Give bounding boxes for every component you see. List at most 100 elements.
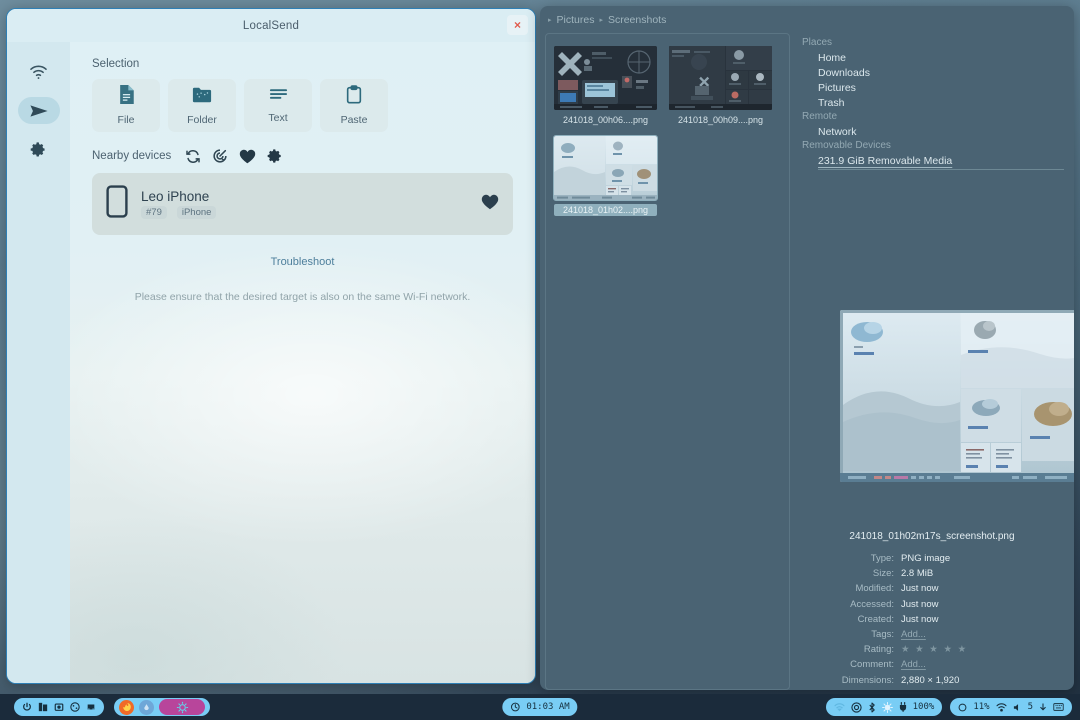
system-tray-group <box>14 698 104 716</box>
file-item[interactable]: 241018_00h06....png <box>554 46 657 126</box>
sidebar-item-downloads[interactable]: Downloads <box>802 65 1064 80</box>
selection-buttons: File Folder Text Paste <box>92 79 513 132</box>
select-paste-label: Paste <box>340 114 368 126</box>
download-icon[interactable] <box>1039 702 1047 712</box>
volume-level: 5 <box>1027 702 1033 712</box>
file-grid: 241018_00h06....png 241018_00h09....png … <box>553 46 781 216</box>
breadcrumb-item-pictures[interactable]: Pictures <box>557 14 595 26</box>
property-key: Comment: <box>850 659 894 671</box>
desktop: LocalSend × Selection File Folder Text P… <box>0 0 1080 720</box>
taskbar-center: 01:03 AM <box>502 698 578 716</box>
property-value: Just now <box>901 598 939 610</box>
sidebar-item-receive[interactable] <box>18 58 60 85</box>
sidebar-item-trash[interactable]: Trash <box>802 95 1064 110</box>
nearby-heading: Nearby devices <box>92 150 172 162</box>
file-manager-window: ▸ Pictures ▸ Screenshots 241018_00h06...… <box>540 6 1074 690</box>
files-icon[interactable] <box>38 702 48 712</box>
file-properties: 241018_01h02m17s_screenshot.png Type: PN… <box>790 531 1074 688</box>
firefox-app[interactable] <box>119 699 134 715</box>
property-key: Type: <box>870 553 894 564</box>
file-properties-filename: 241018_01h02m17s_screenshot.png <box>849 531 1015 542</box>
property-key: Accessed: <box>850 598 894 610</box>
file-item[interactable]: 241018_00h09....png <box>669 46 772 126</box>
troubleshoot-link[interactable]: Troubleshoot <box>92 256 513 268</box>
sidebar-item-settings[interactable] <box>18 136 60 163</box>
brightness-icon[interactable] <box>881 701 893 713</box>
file-manager-sidebar: Places Home Downloads Pictures Trash Rem… <box>790 33 1074 690</box>
property-value: 2,880 × 1,920 <box>901 674 960 686</box>
tray-right-group: 11% 5 <box>950 698 1072 716</box>
keyboard-icon[interactable] <box>1053 703 1064 711</box>
sidebar-item-home[interactable]: Home <box>802 50 1064 65</box>
palette-icon[interactable] <box>70 702 80 712</box>
power-icon[interactable] <box>22 702 32 712</box>
select-file-button[interactable]: File <box>92 79 160 132</box>
rating-stars[interactable]: ★ ★ ★ ★ ★ <box>901 642 968 657</box>
radar-scan-icon[interactable] <box>212 148 228 164</box>
selection-heading: Selection <box>92 58 140 70</box>
clock-widget[interactable]: 01:03 AM <box>502 698 578 716</box>
sidebar-item-send[interactable] <box>17 97 60 124</box>
localsend-sidebar <box>7 42 70 683</box>
folder-icon <box>192 86 212 109</box>
property-key: Created: <box>857 613 894 625</box>
close-icon[interactable]: × <box>507 15 528 35</box>
device-id-chip: #79 <box>141 206 167 219</box>
wifi-signal-icon[interactable] <box>996 702 1007 712</box>
refresh-icon[interactable] <box>185 149 201 164</box>
property-row-comment: Comment: Add... <box>804 657 1060 672</box>
wifi-icon[interactable] <box>834 702 845 712</box>
property-row-accessed: Accessed: Just now <box>804 597 1060 612</box>
phone-icon <box>106 185 128 223</box>
add-comment-link[interactable]: Add... <box>901 657 926 672</box>
window-title: LocalSend <box>242 19 300 32</box>
select-text-button[interactable]: Text <box>244 79 312 132</box>
device-name: Leo iPhone <box>141 189 210 204</box>
add-tag-link[interactable]: Add... <box>901 627 926 642</box>
property-key: Tags: <box>871 629 894 641</box>
file-icon <box>118 85 135 109</box>
device-info: Leo iPhone #79 iPhone <box>141 189 481 219</box>
breadcrumb-item-screenshots[interactable]: Screenshots <box>608 14 666 26</box>
taskbar: 01:03 AM 100% 11% 5 <box>0 694 1080 720</box>
app-launcher-group <box>114 698 210 716</box>
active-app[interactable] <box>159 699 205 715</box>
water-app[interactable] <box>139 699 154 715</box>
property-row-rating: Rating: ★ ★ ★ ★ ★ <box>804 642 1060 657</box>
property-key: Rating: <box>863 644 894 656</box>
divider <box>818 169 1064 170</box>
localsend-titlebar[interactable]: LocalSend × <box>7 9 535 42</box>
property-row-size: Size: 2.8 MiB <box>804 566 1060 581</box>
file-item[interactable]: 241018_01h02....png <box>553 135 658 216</box>
sidebar-item-removable-media[interactable]: 231.9 GiB Removable Media <box>802 153 1064 168</box>
property-row-modified: Modified: Just now <box>804 581 1060 596</box>
cpu-icon[interactable] <box>958 703 967 712</box>
gear-icon[interactable] <box>267 148 283 164</box>
property-row-dimensions: Dimensions: 2,880 × 1,920 <box>804 673 1060 688</box>
bluetooth-icon[interactable] <box>868 702 876 713</box>
sidebar-item-pictures[interactable]: Pictures <box>802 80 1064 95</box>
taskbar-left <box>14 698 210 716</box>
game-icon[interactable] <box>86 702 96 712</box>
power-plug-icon[interactable] <box>899 702 907 712</box>
heart-icon[interactable] <box>239 149 256 164</box>
property-row-type: Type: PNG image <box>804 551 1060 566</box>
clock-time: 01:03 AM <box>526 702 570 712</box>
select-paste-button[interactable]: Paste <box>320 79 388 132</box>
file-thumbnail <box>554 46 657 110</box>
file-name: 241018_01h02....png <box>554 204 657 216</box>
select-file-label: File <box>117 114 135 126</box>
sidebar-item-network[interactable]: Network <box>802 124 1064 139</box>
clock-icon <box>510 702 520 712</box>
device-list-item[interactable]: Leo iPhone #79 iPhone <box>92 173 513 235</box>
property-key: Size: <box>872 568 894 580</box>
property-value: Just now <box>901 613 939 625</box>
select-folder-button[interactable]: Folder <box>168 79 236 132</box>
clipboard-icon <box>346 85 362 109</box>
screenshot-icon[interactable] <box>54 702 64 712</box>
heart-icon[interactable] <box>481 194 499 215</box>
network-icon[interactable] <box>850 701 862 713</box>
taskbar-right: 100% 11% 5 <box>825 698 1072 716</box>
property-value: PNG image <box>901 553 951 564</box>
volume-icon[interactable] <box>1013 703 1022 712</box>
